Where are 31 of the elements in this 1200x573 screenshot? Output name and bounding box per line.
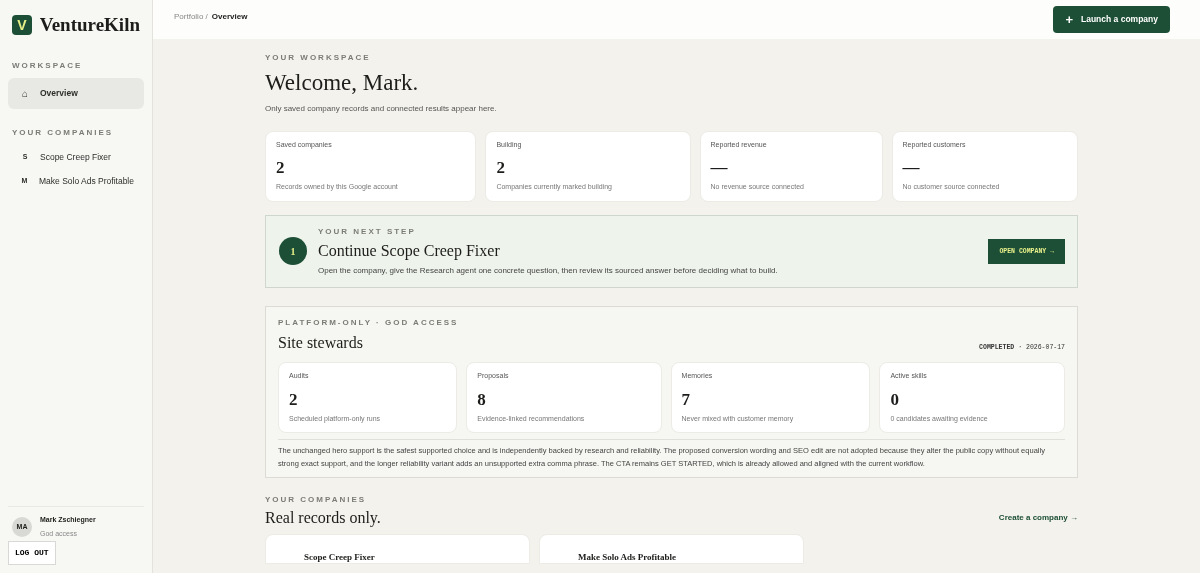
- stat-value: —: [710, 159, 729, 176]
- sidebar-item[interactable]: ⌂ Overview: [8, 77, 144, 109]
- subtitle: Only saved company records and connected results appear here.: [265, 102, 498, 115]
- brand-name: VentureKiln: [39, 13, 140, 37]
- page-title: Welcome, Mark.: [265, 69, 420, 97]
- stat-value: 8: [477, 390, 487, 408]
- section-heading: YOUR COMPANIES: [11, 126, 115, 139]
- stat-value: 7: [681, 390, 692, 408]
- logout-button[interactable]: LOG OUT: [8, 541, 56, 565]
- logo-icon: V: [12, 15, 32, 36]
- stat-value: 2: [289, 390, 299, 408]
- stat-value: 2: [496, 159, 506, 176]
- stat-value: 2: [276, 159, 286, 176]
- step-title: Continue Scope Creep Fixer: [318, 240, 501, 262]
- eyebrow-text: YOUR WORKSPACE: [265, 52, 372, 64]
- eyebrow-text: YOUR NEXT STEP: [318, 225, 417, 238]
- step-number: 1: [279, 237, 307, 266]
- breadcrumb-current: Overview: [211, 11, 248, 23]
- company-name: Make Solo Ads Profitable: [578, 552, 677, 562]
- section-title: Site stewards: [278, 333, 363, 354]
- stat-value: —: [902, 159, 921, 176]
- eyebrow-text: PLATFORM-ONLY · GOD ACCESS: [278, 317, 460, 330]
- stat-value: 0: [890, 390, 900, 408]
- eyebrow-text: YOUR COMPANIES: [265, 493, 368, 506]
- company-name: Scope Creep Fixer: [304, 552, 375, 562]
- step-description: Open the company, give the Research agent one concrete question, then review its sourced answer before deciding what to build.: [318, 264, 779, 277]
- section-title: Real records only.: [265, 507, 381, 529]
- breadcrumb-link[interactable]: Portfolio /: [174, 11, 208, 23]
- create-company-link[interactable]: Create a company →: [998, 511, 1078, 524]
- section-heading: WORKSPACE: [11, 59, 84, 72]
- launch-button[interactable]: + Launch a company: [1053, 6, 1170, 33]
